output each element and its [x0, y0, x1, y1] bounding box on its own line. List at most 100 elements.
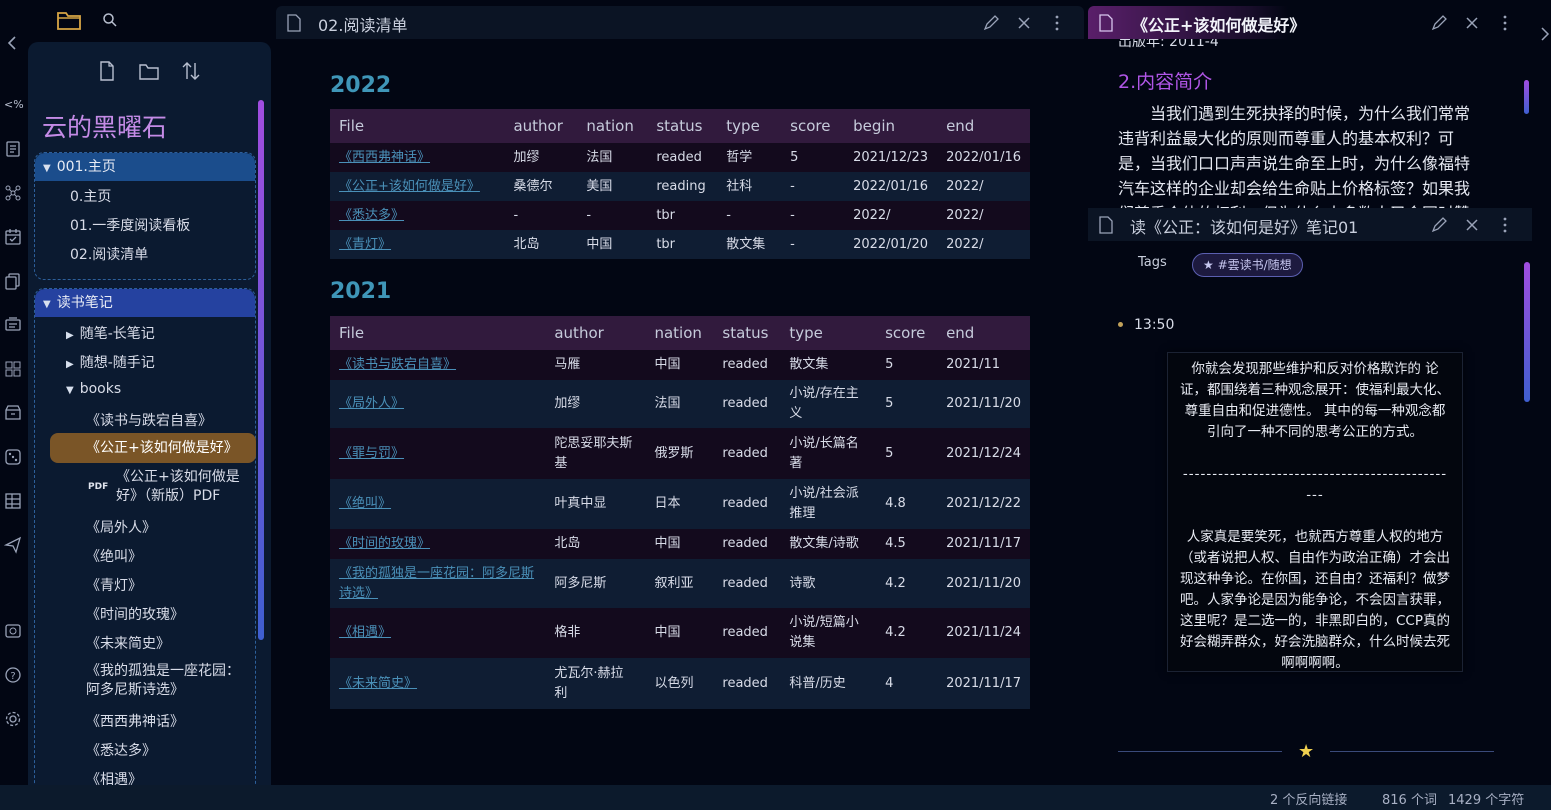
col-header[interactable]: type: [780, 316, 877, 350]
nav-file-book[interactable]: 《绝叫》: [86, 546, 142, 566]
file-link[interactable]: 《我的孤独是一座花园：阿多尼斯诗选》: [339, 566, 534, 601]
file-link[interactable]: 《时间的玫瑰》: [339, 536, 430, 551]
status-cell: readed: [713, 380, 781, 428]
status-cell: readed: [713, 608, 781, 658]
file-link[interactable]: 《局外人》: [339, 396, 404, 411]
nav-folder-thoughts[interactable]: ▶ 随想-随手记: [66, 352, 155, 372]
file-link[interactable]: 《悉达多》: [339, 208, 404, 223]
folder-notes-header[interactable]: ▼ 读书笔记: [35, 289, 255, 317]
edit-pencil-icon[interactable]: [982, 14, 1000, 32]
close-icon[interactable]: [1463, 14, 1481, 32]
calendar-check-icon[interactable]: [4, 228, 22, 246]
file-link[interactable]: 《未来简史》: [339, 676, 417, 691]
send-icon[interactable]: [4, 536, 22, 554]
col-header[interactable]: score: [781, 109, 845, 143]
edit-pencil-icon[interactable]: [1430, 14, 1448, 32]
plugins-icon[interactable]: [4, 360, 22, 378]
table-row: 《西西弗神话》 加缪 法国 readed 哲学 5 2021/12/23 202…: [330, 143, 1030, 172]
archive-icon[interactable]: [4, 404, 22, 422]
col-header[interactable]: end: [937, 316, 1030, 350]
file-explorer-folder-icon[interactable]: [56, 8, 82, 32]
close-icon[interactable]: [1463, 216, 1481, 234]
vault-switcher-icon[interactable]: [4, 622, 22, 640]
table-row: 《绝叫》 叶真中显 日本 readed 小说/社会派推理 4.8 2021/12…: [330, 479, 1030, 529]
col-header[interactable]: begin: [844, 109, 938, 143]
begin-cell: 2022/01/16: [844, 172, 938, 201]
file-link[interactable]: 《绝叫》: [339, 496, 391, 511]
status-cell: tbr: [647, 230, 718, 259]
close-icon[interactable]: [1015, 14, 1033, 32]
right-top-pane-body: 出版年: 2011-4 2.内容简介 当我们遇到生死抉择的时候，为什么我们常常违…: [1088, 39, 1532, 209]
nav-file-home[interactable]: 0.主页: [70, 186, 111, 206]
right-top-scrollbar[interactable]: [1524, 80, 1529, 114]
nav-file-book[interactable]: 《读书与跌宕自喜》: [86, 410, 212, 430]
type-cell: 诗歌: [780, 559, 877, 608]
table-icon[interactable]: [4, 492, 22, 510]
col-header[interactable]: type: [717, 109, 782, 143]
more-options-icon[interactable]: [1496, 216, 1514, 234]
nav-file-dashboard[interactable]: 01.一季度阅读看板: [70, 215, 190, 235]
nav-file-reading-list[interactable]: 02.阅读清单: [70, 244, 148, 264]
nav-folder-books[interactable]: ▼ books: [66, 381, 121, 397]
table-row: 《局外人》 加缪 法国 readed 小说/存在主义 5 2021/11/20: [330, 380, 1030, 428]
nav-folder-essays[interactable]: ▶ 随笔-长笔记: [66, 323, 155, 343]
right-bottom-scrollbar[interactable]: [1524, 262, 1530, 402]
dice-icon[interactable]: [4, 448, 22, 466]
sidebar-scrollbar[interactable]: [258, 100, 264, 640]
more-options-icon[interactable]: [1048, 14, 1066, 32]
nav-file-book[interactable]: 《未来简史》: [86, 633, 170, 653]
graph-view-icon[interactable]: [4, 184, 22, 202]
file-link[interactable]: 《罪与罚》: [339, 446, 404, 461]
file-link[interactable]: 《相遇》: [339, 625, 391, 640]
tag-pill[interactable]: ★ #雲读书/随想: [1192, 253, 1303, 277]
file-link[interactable]: 《青灯》: [339, 237, 391, 252]
nav-file-pdf[interactable]: 《公正+该如何做是好》（新版）PDF: [116, 468, 246, 506]
table-row: 《我的孤独是一座花园：阿多尼斯诗选》 阿多尼斯 叙利亚 readed 诗歌 4.…: [330, 559, 1030, 608]
col-header[interactable]: end: [937, 109, 1030, 143]
col-header[interactable]: author: [545, 316, 646, 350]
slides-icon[interactable]: [4, 316, 22, 334]
section-heading: 2.内容简介: [1118, 71, 1213, 93]
collapse-chevron-icon[interactable]: [4, 34, 22, 52]
code-icon[interactable]: <%: [4, 96, 24, 114]
col-header[interactable]: File: [330, 316, 546, 350]
backlinks-count[interactable]: 2 个反向链接: [1270, 789, 1347, 808]
file-icon: [286, 14, 304, 32]
edit-pencil-icon[interactable]: [1430, 216, 1448, 234]
file-link[interactable]: 《公正+该如何做是好》: [339, 179, 480, 194]
search-icon[interactable]: [102, 12, 118, 28]
settings-gear-icon[interactable]: [4, 710, 22, 728]
col-header[interactable]: File: [330, 109, 505, 143]
author-cell: 马雁: [545, 350, 646, 380]
nav-file-book[interactable]: 《局外人》: [86, 517, 156, 537]
col-header[interactable]: nation: [645, 316, 714, 350]
file-link[interactable]: 《西西弗神话》: [339, 150, 430, 165]
col-header[interactable]: author: [504, 109, 578, 143]
nav-file-book[interactable]: 《时间的玫瑰》: [86, 604, 184, 624]
collapse-right-chevron-icon[interactable]: [1540, 26, 1550, 42]
nav-file-book-active[interactable]: 《公正+该如何做是好》: [50, 433, 256, 463]
table-row: 《悉达多》 - - tbr - - 2022/ 2022/: [330, 201, 1030, 230]
vault-name[interactable]: 云的黑曜石: [42, 108, 167, 144]
nation-cell: 叙利亚: [645, 559, 714, 608]
folder-main-header[interactable]: ▼ 001.主页: [35, 153, 255, 181]
nav-file-book[interactable]: 《西西弗神话》: [86, 711, 184, 731]
help-icon[interactable]: ?: [4, 666, 22, 684]
nav-file-book[interactable]: 《相遇》: [86, 769, 142, 785]
nav-file-book[interactable]: 《悉达多》: [86, 740, 156, 760]
right-top-pane-title: 《公正+该如何做是好》: [1132, 16, 1306, 35]
col-header[interactable]: score: [876, 316, 938, 350]
nav-file-book[interactable]: 《我的孤独是一座花园：阿多尼斯诗选》: [86, 662, 246, 700]
file-link[interactable]: 《读书与跌宕自喜》: [339, 357, 456, 372]
document-list-icon[interactable]: [4, 140, 22, 158]
col-header[interactable]: status: [647, 109, 718, 143]
sort-order-icon[interactable]: [180, 60, 202, 82]
col-header[interactable]: status: [713, 316, 781, 350]
copy-icon[interactable]: [4, 272, 22, 290]
col-header[interactable]: nation: [577, 109, 648, 143]
new-folder-icon[interactable]: [138, 60, 160, 82]
author-cell: 尤瓦尔·赫拉利: [545, 658, 646, 709]
nav-file-book[interactable]: 《青灯》: [86, 575, 142, 595]
new-note-icon[interactable]: [97, 60, 119, 82]
more-options-icon[interactable]: [1496, 14, 1514, 32]
